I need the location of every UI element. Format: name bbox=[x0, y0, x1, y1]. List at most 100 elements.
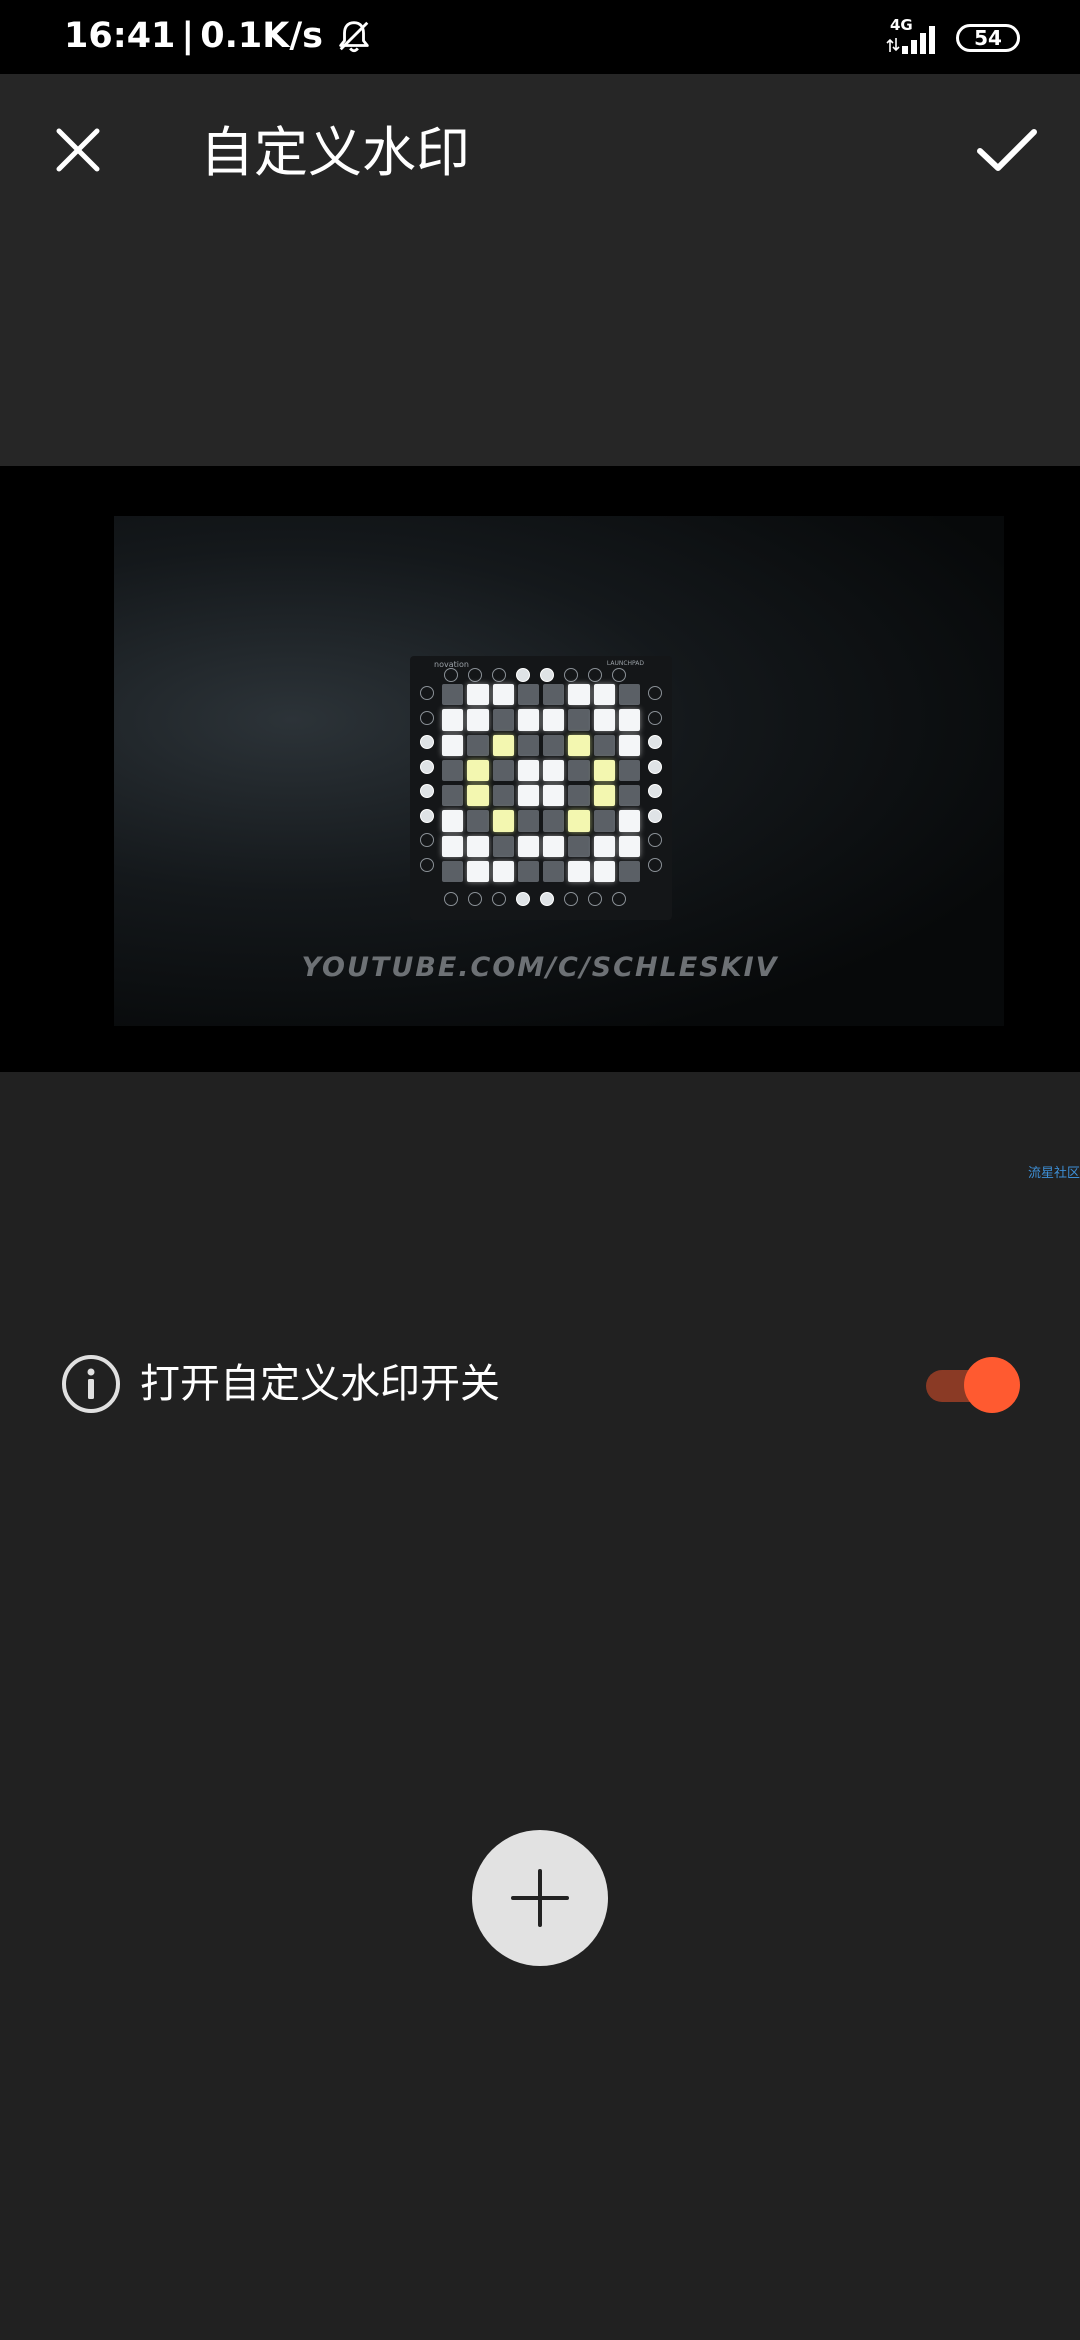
pad bbox=[593, 734, 615, 756]
pad bbox=[568, 835, 590, 857]
round-button bbox=[444, 892, 458, 906]
check-icon bbox=[977, 129, 1037, 171]
status-right: 4G 54 bbox=[886, 16, 1020, 54]
battery-indicator: 54 bbox=[956, 24, 1020, 52]
pad bbox=[442, 835, 464, 857]
pad bbox=[593, 759, 615, 781]
battery-level: 54 bbox=[974, 26, 1002, 50]
pad bbox=[593, 860, 615, 882]
round-button bbox=[420, 857, 434, 872]
round-button bbox=[648, 808, 662, 823]
pad bbox=[568, 759, 590, 781]
round-button bbox=[420, 710, 434, 725]
pad bbox=[467, 835, 489, 857]
preview-top-spacer bbox=[0, 232, 1080, 466]
toggle-label: 打开自定义水印开关 bbox=[140, 1361, 500, 1407]
video-watermark-text: YOUTUBE.COM/C/SCHLESKIV bbox=[301, 952, 779, 983]
pad bbox=[517, 835, 539, 857]
round-button bbox=[492, 668, 506, 682]
pad bbox=[467, 860, 489, 882]
pad bbox=[543, 709, 565, 731]
pad bbox=[442, 810, 464, 832]
round-button bbox=[420, 735, 434, 749]
pad bbox=[442, 734, 464, 756]
pad bbox=[618, 709, 640, 731]
left-round-buttons bbox=[420, 686, 434, 872]
pad bbox=[467, 709, 489, 731]
round-button bbox=[468, 892, 482, 906]
pad bbox=[618, 734, 640, 756]
round-button bbox=[420, 686, 434, 700]
pad bbox=[442, 709, 464, 731]
add-watermark-button[interactable] bbox=[472, 1830, 608, 1966]
pad bbox=[618, 684, 640, 706]
pad bbox=[568, 810, 590, 832]
pad bbox=[467, 785, 489, 807]
round-button bbox=[468, 668, 482, 682]
pad bbox=[568, 734, 590, 756]
pad bbox=[492, 684, 514, 706]
round-button bbox=[588, 668, 602, 682]
custom-watermark-screen: 16:41 | 0.1K/s 4G 54 自定义水印 novation LAUN… bbox=[0, 0, 1080, 2340]
pad bbox=[568, 860, 590, 882]
page-title: 自定义水印 bbox=[200, 121, 470, 184]
pad bbox=[618, 835, 640, 857]
pad bbox=[492, 835, 514, 857]
pad bbox=[593, 684, 615, 706]
status-time: 16:41 bbox=[64, 16, 176, 56]
pad bbox=[593, 709, 615, 731]
round-button bbox=[612, 892, 626, 906]
bell-off-icon bbox=[339, 21, 369, 53]
signal-icon bbox=[886, 26, 935, 54]
launchpad-device: novation LAUNCHPAD bbox=[410, 656, 672, 920]
pad bbox=[543, 810, 565, 832]
round-button bbox=[492, 892, 506, 906]
custom-watermark-switch[interactable] bbox=[922, 1354, 1020, 1416]
device-model: LAUNCHPAD bbox=[606, 660, 644, 667]
app-bar: 自定义水印 bbox=[0, 74, 1080, 232]
pad bbox=[543, 785, 565, 807]
pad bbox=[618, 785, 640, 807]
pad bbox=[517, 684, 539, 706]
round-button bbox=[564, 892, 578, 906]
pad bbox=[517, 759, 539, 781]
pad bbox=[442, 860, 464, 882]
custom-watermark-toggle-row: 打开自定义水印开关 bbox=[60, 1350, 1020, 1420]
pad bbox=[543, 759, 565, 781]
video-frame: novation LAUNCHPAD bbox=[114, 516, 1004, 1026]
round-button bbox=[612, 668, 626, 682]
round-button bbox=[648, 710, 662, 725]
round-button bbox=[540, 668, 554, 682]
switch-thumb bbox=[964, 1357, 1020, 1413]
pad bbox=[593, 835, 615, 857]
round-button bbox=[516, 668, 530, 682]
pad bbox=[442, 759, 464, 781]
confirm-button[interactable] bbox=[964, 112, 1050, 188]
status-separator: | bbox=[181, 16, 195, 56]
pad bbox=[517, 785, 539, 807]
pad bbox=[467, 810, 489, 832]
pad bbox=[467, 684, 489, 706]
pad bbox=[568, 684, 590, 706]
round-button bbox=[420, 833, 434, 847]
round-button bbox=[564, 668, 578, 682]
round-button bbox=[540, 892, 554, 906]
settings-area bbox=[0, 1072, 1080, 2340]
pad bbox=[568, 709, 590, 731]
close-button[interactable] bbox=[40, 112, 116, 188]
video-preview: novation LAUNCHPAD YOUTUBE.COM/C/SCHLESK… bbox=[0, 466, 1080, 1072]
info-icon[interactable] bbox=[60, 1353, 122, 1415]
pad bbox=[618, 860, 640, 882]
pad bbox=[492, 860, 514, 882]
pad bbox=[618, 759, 640, 781]
pad bbox=[543, 835, 565, 857]
pad bbox=[442, 785, 464, 807]
round-button bbox=[648, 686, 662, 700]
round-button bbox=[420, 759, 434, 774]
round-button bbox=[588, 892, 602, 906]
pad bbox=[442, 684, 464, 706]
plus-icon bbox=[511, 1869, 569, 1927]
close-icon bbox=[56, 128, 100, 172]
round-button bbox=[648, 759, 662, 774]
round-button bbox=[648, 833, 662, 847]
